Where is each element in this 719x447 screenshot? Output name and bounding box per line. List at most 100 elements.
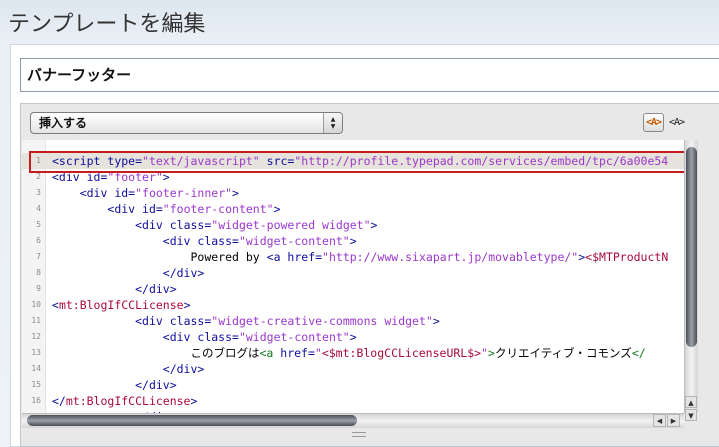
line-number: 14 bbox=[31, 364, 41, 373]
code-token: > bbox=[349, 234, 357, 248]
line-number: 4 bbox=[36, 204, 41, 213]
code-token: "footer-inner" bbox=[135, 186, 233, 200]
code-line: 5 <div class="widget-powered widget"> bbox=[22, 217, 684, 233]
code-token: class= bbox=[169, 314, 212, 328]
line-number: 15 bbox=[31, 380, 41, 389]
code-line: 7 Powered by <a href="http://www.sixapar… bbox=[22, 249, 684, 265]
code-line: 3 <div id="footer-inner"> bbox=[22, 185, 684, 201]
code-token: > bbox=[488, 346, 495, 360]
code-text: <mt:BlogIfCCLicense> bbox=[52, 297, 191, 313]
code-text: このブログは<a href="<$mt:BlogCCLicenseURL$>">… bbox=[52, 345, 646, 361]
code-token: mt:BlogIfCCLicense bbox=[58, 298, 184, 312]
code-token: > bbox=[370, 218, 378, 232]
code-token: "widget-content" bbox=[238, 330, 350, 344]
code-token: <div bbox=[162, 234, 198, 248]
code-token: </ bbox=[52, 394, 66, 408]
code-token: クリエイティブ・コモンズ bbox=[494, 346, 632, 360]
source-mode-button[interactable]: <A> bbox=[666, 113, 687, 132]
code-token: <div bbox=[162, 330, 198, 344]
code-token: "footer-content" bbox=[162, 202, 274, 216]
code-line: 16 </mt:BlogIfCCLicense> bbox=[22, 393, 684, 409]
line-number: 11 bbox=[31, 316, 41, 325]
code-token: </div> bbox=[162, 362, 205, 376]
code-token: <div bbox=[107, 202, 143, 216]
code-token: <$mt:BlogCCLicenseURL$> bbox=[321, 346, 482, 360]
line-number: 13 bbox=[31, 348, 41, 357]
code-text: <div id="footer-inner"> bbox=[52, 185, 239, 201]
code-line: 11 <div class="widget-creative-commons w… bbox=[22, 313, 684, 329]
line-number: 9 bbox=[36, 284, 41, 293]
code-text: <div class="widget-content"> bbox=[52, 329, 357, 345]
rich-text-mode-button[interactable]: <A> bbox=[643, 113, 664, 132]
resize-handle[interactable] bbox=[352, 432, 366, 437]
code-token: このブログは bbox=[52, 346, 260, 360]
code-line: 10 <mt:BlogIfCCLicense> bbox=[22, 297, 684, 313]
code-token: </ bbox=[631, 346, 646, 360]
code-token: <div bbox=[135, 314, 170, 328]
vertical-scroll-thumb[interactable] bbox=[686, 147, 697, 347]
line-number: 5 bbox=[36, 220, 41, 229]
up-arrow-icon[interactable]: ▲ bbox=[685, 396, 697, 408]
line-number: 12 bbox=[31, 332, 41, 341]
code-line: 6 <div class="widget-content"> bbox=[22, 233, 684, 249]
code-token: "widget-powered widget" bbox=[211, 218, 371, 232]
code-token: > bbox=[432, 314, 440, 328]
code-token: "http://www.sixapart.jp/movabletype/" bbox=[322, 250, 579, 264]
insert-dropdown[interactable]: 挿入する bbox=[30, 112, 343, 134]
code-token: mt:BlogIfCCLicense bbox=[65, 394, 191, 408]
code-token: href= bbox=[287, 250, 323, 264]
line-number: 7 bbox=[36, 252, 41, 261]
code-token: id= bbox=[142, 202, 163, 216]
up-down-arrows-icon[interactable]: ▲ ▼ bbox=[323, 113, 342, 133]
code-text: </div> bbox=[52, 265, 205, 281]
highlight-annotation-box bbox=[29, 151, 693, 173]
code-text: </div> bbox=[52, 377, 177, 393]
code-token: Powered by bbox=[52, 250, 267, 264]
code-token: > bbox=[232, 186, 239, 200]
code-token: > bbox=[190, 394, 198, 408]
line-number: 16 bbox=[31, 396, 41, 405]
code-token: <div bbox=[79, 186, 115, 200]
code-token: " bbox=[314, 346, 322, 360]
code-text: </div> bbox=[52, 281, 177, 297]
right-arrow-icon[interactable]: ▶ bbox=[667, 414, 680, 427]
code-token: > bbox=[273, 202, 281, 216]
page-title: テンプレートを編集 bbox=[8, 12, 206, 37]
code-text: <div id="footer-content"> bbox=[52, 201, 281, 217]
code-line: 15 </div> bbox=[22, 377, 684, 393]
code-text: <div class="widget-creative-commons widg… bbox=[52, 313, 440, 329]
code-token: <$MTProductN bbox=[585, 250, 669, 264]
code-token: < bbox=[52, 298, 59, 312]
template-name-input[interactable]: バナーフッター bbox=[20, 58, 719, 92]
code-token: <a bbox=[259, 346, 281, 360]
code-text: Powered by <a href="http://www.sixapart.… bbox=[52, 249, 668, 265]
code-line: 13 このブログは<a href="<$mt:BlogCCLicenseURL$… bbox=[22, 345, 684, 361]
code-text: <div class="widget-content"> bbox=[52, 233, 357, 249]
code-text: </div> bbox=[52, 361, 205, 377]
code-token: </div> bbox=[135, 282, 177, 296]
line-number: 10 bbox=[31, 300, 41, 309]
code-line: 8 </div> bbox=[22, 265, 684, 281]
code-line: 9 </div> bbox=[22, 281, 684, 297]
line-number: 6 bbox=[36, 236, 41, 245]
code-token: id= bbox=[114, 186, 136, 200]
code-text: </mt:BlogIfCCLicense> bbox=[52, 393, 197, 409]
code-token: > bbox=[183, 298, 191, 312]
line-number: 8 bbox=[36, 268, 41, 277]
code-token: "widget-creative-commons widget" bbox=[211, 314, 433, 328]
code-token: href= bbox=[280, 346, 315, 360]
horizontal-scroll-thumb[interactable] bbox=[27, 415, 357, 426]
down-arrow-icon[interactable]: ▼ bbox=[685, 409, 697, 421]
code-token: <div bbox=[135, 218, 170, 232]
code-line: 12 <div class="widget-content"> bbox=[22, 329, 684, 345]
left-arrow-icon[interactable]: ◀ bbox=[653, 414, 666, 427]
code-line: 4 <div id="footer-content"> bbox=[22, 201, 684, 217]
code-editor[interactable]: 1 <script type="text/javascript" src="htt… bbox=[22, 140, 684, 413]
